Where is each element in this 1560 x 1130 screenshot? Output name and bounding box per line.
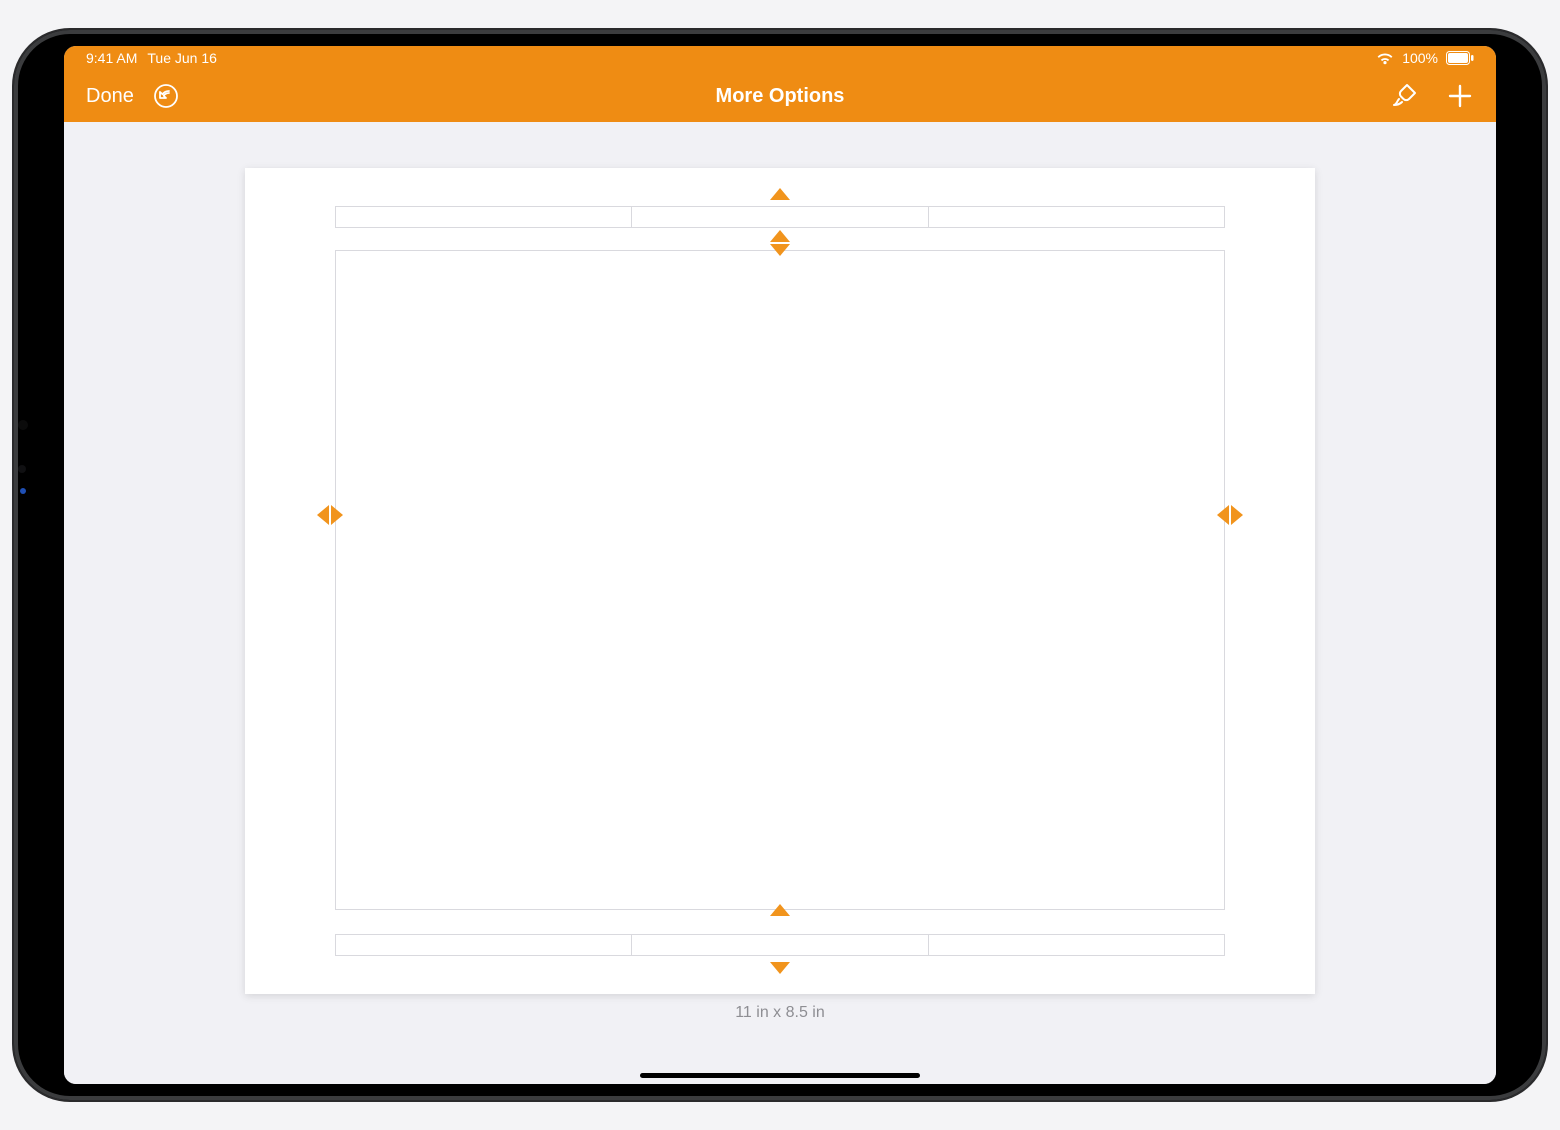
page-title: More Options bbox=[64, 85, 1496, 108]
battery-icon bbox=[1446, 51, 1474, 65]
top-margin-handle-outer[interactable] bbox=[770, 188, 790, 200]
bottom-margin-handle-inner-up[interactable] bbox=[770, 904, 790, 916]
footer-left-cell[interactable] bbox=[335, 934, 632, 956]
ipad-bezel: 9:41 AM Tue Jun 16 100% Done bbox=[14, 30, 1546, 1100]
document-page[interactable] bbox=[245, 168, 1315, 994]
add-button[interactable] bbox=[1446, 82, 1474, 110]
top-margin-handle-inner-up[interactable] bbox=[770, 230, 790, 242]
header-center-cell[interactable] bbox=[632, 206, 928, 228]
content-margin-box[interactable] bbox=[335, 250, 1225, 910]
led-dot bbox=[20, 488, 26, 494]
footer-fields[interactable] bbox=[335, 934, 1225, 956]
right-margin-handle-inner-right[interactable] bbox=[1231, 505, 1243, 525]
footer-right-cell[interactable] bbox=[929, 934, 1225, 956]
status-bar: 9:41 AM Tue Jun 16 100% bbox=[64, 46, 1496, 70]
home-indicator[interactable] bbox=[640, 1073, 920, 1078]
done-button[interactable]: Done bbox=[86, 85, 134, 108]
left-margin-handle-inner-left[interactable] bbox=[317, 505, 329, 525]
format-brush-button[interactable] bbox=[1390, 82, 1418, 110]
status-battery-percent: 100% bbox=[1402, 50, 1438, 66]
left-margin-handle-inner-right[interactable] bbox=[331, 505, 343, 525]
toolbar: Done More Options bbox=[64, 70, 1496, 122]
status-time: 9:41 AM bbox=[86, 50, 137, 66]
wifi-icon bbox=[1376, 51, 1394, 65]
page-dimensions-label: 11 in x 8.5 in bbox=[735, 1004, 825, 1022]
header-left-cell[interactable] bbox=[335, 206, 632, 228]
camera-dot bbox=[18, 420, 28, 430]
status-date: Tue Jun 16 bbox=[147, 50, 217, 66]
header-fields[interactable] bbox=[335, 206, 1225, 228]
undo-button[interactable] bbox=[152, 82, 180, 110]
right-margin-handle-inner-left[interactable] bbox=[1217, 505, 1229, 525]
sensor-dot bbox=[18, 465, 26, 473]
ipad-device-frame: 9:41 AM Tue Jun 16 100% Done bbox=[0, 0, 1560, 1130]
bottom-margin-handle-outer[interactable] bbox=[770, 962, 790, 974]
top-margin-handle-inner-down[interactable] bbox=[770, 244, 790, 256]
canvas-area: 11 in x 8.5 in bbox=[64, 122, 1496, 1084]
footer-center-cell[interactable] bbox=[632, 934, 928, 956]
screen: 9:41 AM Tue Jun 16 100% Done bbox=[64, 46, 1496, 1084]
header-right-cell[interactable] bbox=[929, 206, 1225, 228]
